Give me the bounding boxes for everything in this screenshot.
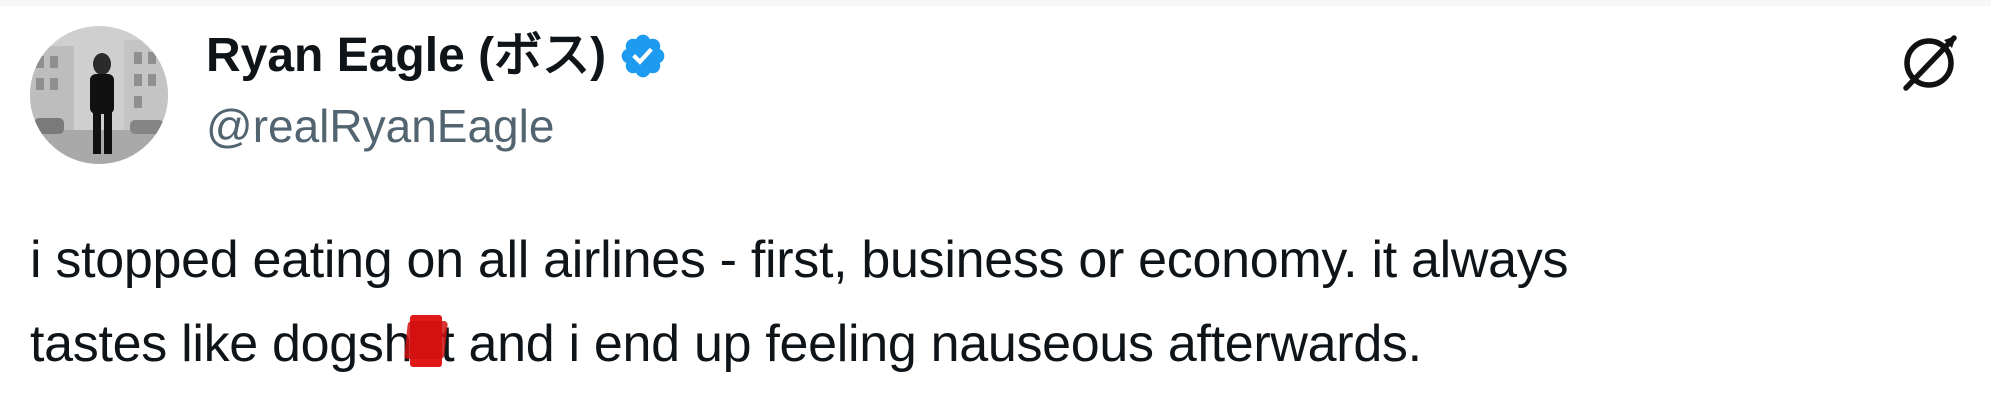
top-divider xyxy=(0,0,1991,6)
censor-mark xyxy=(410,315,443,367)
tweet-text: i stopped eating on all airlines - first… xyxy=(30,218,1970,386)
tweet-text-segment: tastes like dogsh xyxy=(30,315,413,373)
avatar[interactable] xyxy=(30,26,168,164)
tweet-text-line-2: tastes like dogsh t and i end up feeling … xyxy=(30,302,1970,386)
verified-badge-icon xyxy=(618,31,668,81)
tweet-header: Ryan Eagle (ボス) @realRyanEagle xyxy=(206,24,1706,156)
user-handle[interactable]: @realRyanEagle xyxy=(206,96,1706,156)
tweet-text-segment: t and i end up feeling nauseous afterwar… xyxy=(440,315,1422,373)
display-name[interactable]: Ryan Eagle (ボス) xyxy=(206,24,606,88)
brand-logo-icon xyxy=(1898,32,1960,94)
tweet-card: Ryan Eagle (ボス) @realRyanEagle i stopped… xyxy=(0,0,1991,417)
avatar-photo xyxy=(30,26,168,164)
tweet-text-line-1: i stopped eating on all airlines - first… xyxy=(30,231,1569,289)
name-row: Ryan Eagle (ボス) xyxy=(206,24,1706,88)
